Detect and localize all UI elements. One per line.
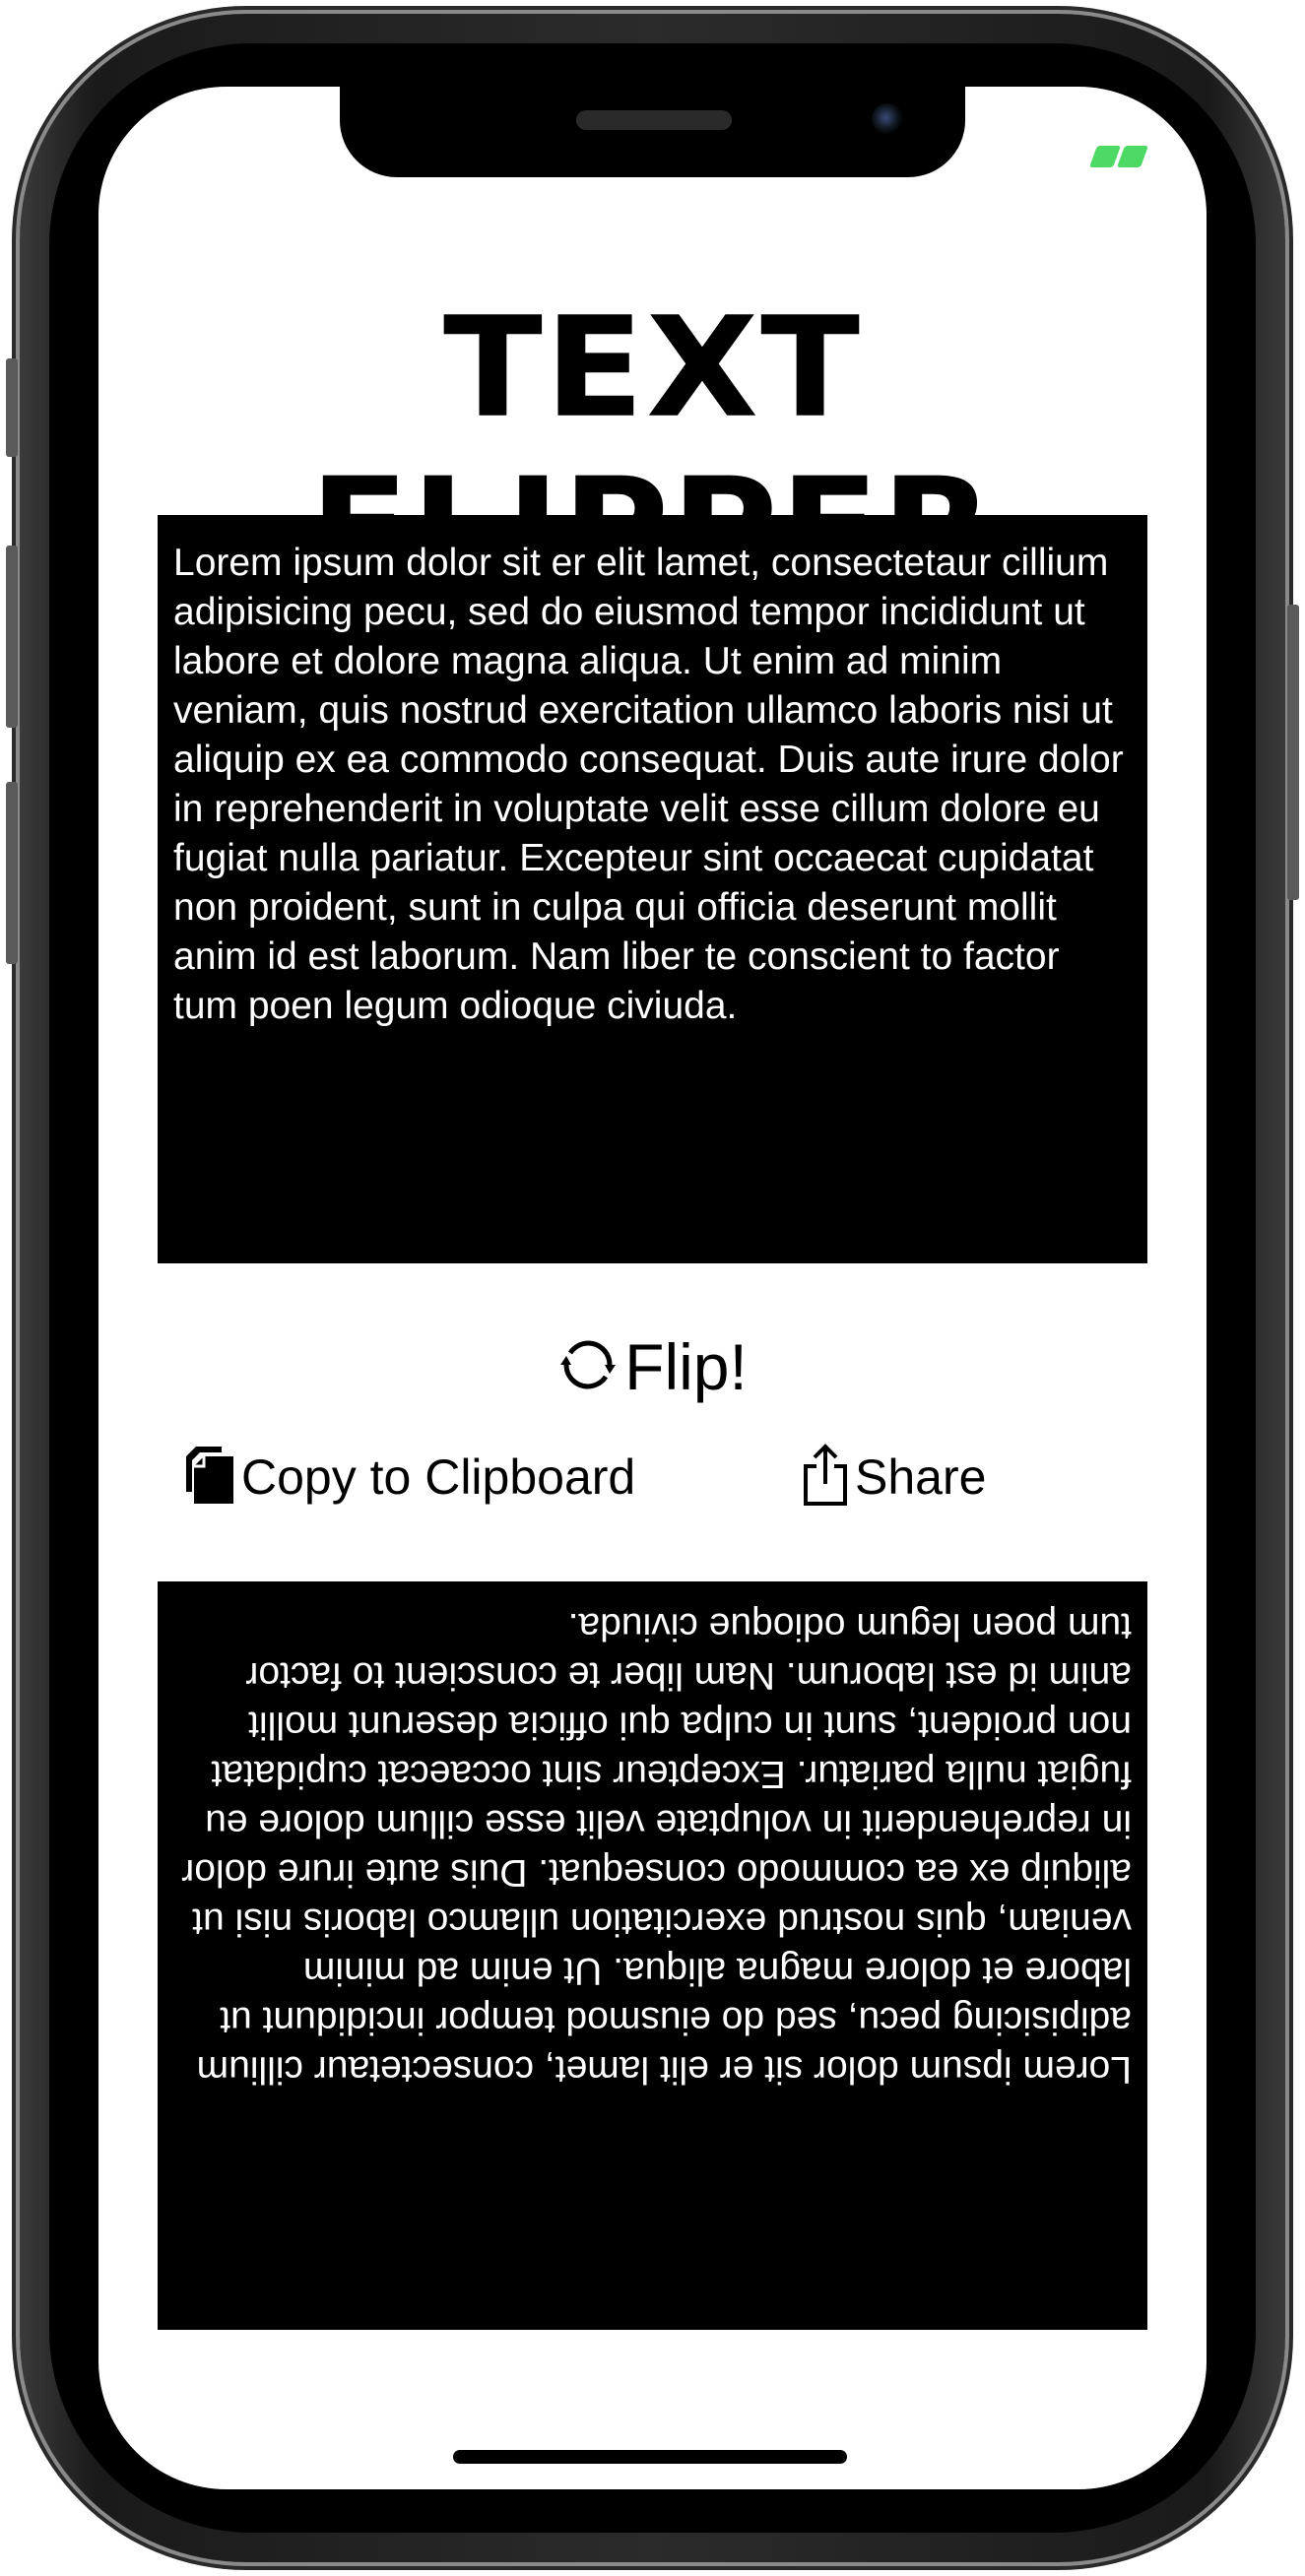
flipped-text: Lorem ipsum dolor sit er elit lamet, con…: [181, 1605, 1132, 2091]
input-text-area[interactable]: Lorem ipsum dolor sit er elit lamet, con…: [158, 515, 1147, 1263]
copy-to-clipboard-button[interactable]: Copy to Clipboard: [182, 1438, 635, 1516]
front-camera: [872, 103, 903, 135]
speaker-grille: [576, 110, 732, 130]
refresh-icon: [557, 1334, 619, 1400]
charging-battery-icon: [1088, 146, 1149, 167]
volume-down-button: [6, 782, 18, 964]
flipped-output-area[interactable]: Lorem ipsum dolor sit er elit lamet, con…: [158, 1581, 1147, 2330]
home-indicator[interactable]: [453, 2450, 847, 2464]
share-button[interactable]: Share: [800, 1438, 986, 1516]
flip-label: Flip!: [624, 1330, 748, 1403]
share-icon: [800, 1443, 851, 1513]
flip-button[interactable]: Flip!: [98, 1327, 1207, 1406]
action-button: [6, 358, 18, 457]
notch: [340, 87, 965, 177]
input-text[interactable]: Lorem ipsum dolor sit er elit lamet, con…: [173, 539, 1132, 1031]
clipboard-icon: [182, 1443, 237, 1513]
power-button: [1287, 605, 1299, 900]
volume-up-button: [6, 546, 18, 728]
app-screen: TEXT FLIPPER Lorem ipsum dolor sit er el…: [98, 87, 1207, 2489]
share-label: Share: [855, 1449, 987, 1505]
copy-label: Copy to Clipboard: [241, 1449, 636, 1505]
